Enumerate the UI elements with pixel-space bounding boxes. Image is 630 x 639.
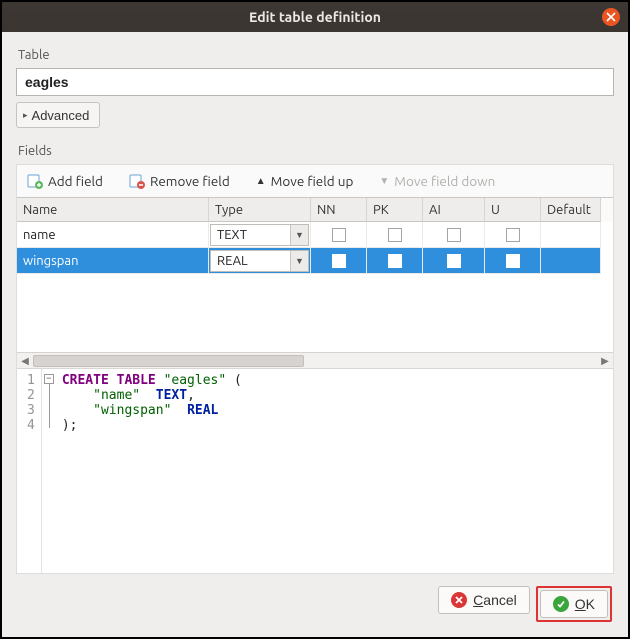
cell-type[interactable]: REAL ▼ [209,248,311,274]
checkbox[interactable] [332,228,346,242]
move-field-up-button[interactable]: ▲ Move field up [256,173,354,189]
fields-toolbar: Add field Remove field ▲ Move field up ▼… [17,165,613,197]
chevron-down-icon[interactable]: ▼ [290,225,308,245]
cancel-icon [451,592,467,608]
cell-u[interactable] [485,248,541,274]
dialog-buttons: Cancel OK [16,586,614,622]
titlebar: Edit table definition [2,2,628,32]
col-default[interactable]: Default [541,198,601,222]
triangle-up-icon: ▲ [256,175,266,187]
cell-ai[interactable] [423,248,485,274]
scroll-track[interactable] [33,353,597,368]
cell-name[interactable]: wingspan [17,248,209,274]
close-button[interactable] [602,8,620,26]
fields-grid: Name Type NN PK AI U Default name TEXT [17,197,613,368]
grid-body: name TEXT ▼ w [17,222,613,352]
table-name-input[interactable] [16,68,614,96]
sql-code[interactable]: CREATE TABLE "eagles" ( "name" TEXT, "wi… [56,369,248,573]
grid-header: Name Type NN PK AI U Default [17,198,613,222]
sql-preview[interactable]: 1234 − CREATE TABLE "eagles" ( "name" TE… [17,368,613,573]
col-ai[interactable]: AI [423,198,485,222]
cell-name[interactable]: name [17,222,209,248]
horizontal-scrollbar[interactable]: ◀ ▶ [17,352,613,368]
table-row[interactable]: wingspan REAL ▼ [17,248,613,274]
col-type[interactable]: Type [209,198,311,222]
checkbox[interactable] [447,228,461,242]
remove-field-icon [129,173,145,189]
cell-nn[interactable] [311,248,367,274]
checkbox[interactable] [388,254,402,268]
checkbox[interactable] [506,254,520,268]
scroll-left-icon[interactable]: ◀ [17,355,33,367]
advanced-label: Advanced [32,108,90,123]
cell-ai[interactable] [423,222,485,248]
checkbox[interactable] [447,254,461,268]
chevron-right-icon: ▸ [23,110,28,121]
fields-label: Fields [18,144,614,158]
type-combo[interactable]: TEXT ▼ [210,224,309,246]
cancel-button[interactable]: Cancel [438,586,530,614]
cell-default[interactable] [541,222,601,248]
cell-pk[interactable] [367,222,423,248]
cell-u[interactable] [485,222,541,248]
line-gutter: 1234 [17,369,42,573]
table-label: Table [18,48,614,62]
close-icon [606,12,616,22]
move-field-down-button: ▼ Move field down [379,173,495,189]
type-combo[interactable]: REAL ▼ [210,250,309,272]
window-title: Edit table definition [10,9,620,25]
chevron-down-icon[interactable]: ▼ [290,251,308,271]
ok-button[interactable]: OK [540,590,608,618]
table-row[interactable]: name TEXT ▼ [17,222,613,248]
add-field-icon [27,173,43,189]
scroll-thumb[interactable] [33,355,304,367]
cell-default[interactable] [541,248,601,274]
col-pk[interactable]: PK [367,198,423,222]
ok-label: O [575,596,586,612]
fold-gutter: − [42,369,56,573]
cancel-label: C [473,592,483,608]
cell-type[interactable]: TEXT ▼ [209,222,311,248]
col-nn[interactable]: NN [311,198,367,222]
cell-pk[interactable] [367,248,423,274]
cell-nn[interactable] [311,222,367,248]
advanced-button[interactable]: ▸ Advanced [16,102,100,128]
ok-icon [553,596,569,612]
ok-highlight: OK [536,586,612,622]
checkbox[interactable] [388,228,402,242]
dialog-body: Table ▸ Advanced Fields Add field Remove… [2,32,628,637]
col-name[interactable]: Name [17,198,209,222]
col-u[interactable]: U [485,198,541,222]
scroll-right-icon[interactable]: ▶ [597,355,613,367]
checkbox[interactable] [332,254,346,268]
fields-box: Add field Remove field ▲ Move field up ▼… [16,164,614,574]
triangle-down-icon: ▼ [379,175,389,187]
remove-field-button[interactable]: Remove field [129,173,230,189]
checkbox[interactable] [506,228,520,242]
add-field-button[interactable]: Add field [27,173,103,189]
fold-toggle-icon[interactable]: − [44,374,54,384]
